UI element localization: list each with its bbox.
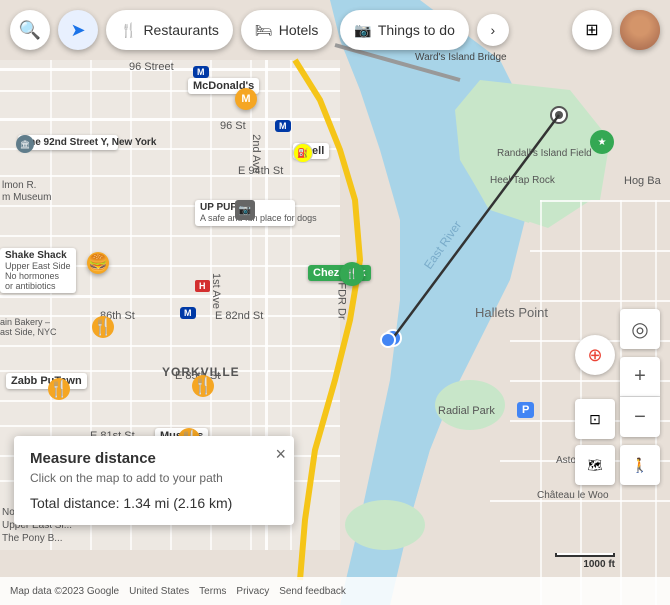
restaurants-icon: 🍴 [120,22,137,39]
randalls-marker[interactable]: ★ [590,130,614,154]
hotels-icon: 🛏 [255,22,273,39]
compass-icon: ⊕ [587,345,602,366]
directions-button[interactable]: ➤ [58,10,98,50]
pony-label: The Pony B... [2,533,63,544]
map-container[interactable]: 96 Street 96 St E 94th St E 82nd St E 85… [0,0,670,605]
shake-shack-label[interactable]: Shake Shack Upper East Side No hormones … [0,248,76,293]
distance-value: 1.34 mi (2.16 km) [123,495,232,511]
layers-icon: ⊡ [589,411,601,428]
right-controls: ◎ + − 🚶 [620,309,660,485]
scale-label: 1000 ft [583,559,615,570]
grid-menu-button[interactable]: ⊞ [572,10,612,50]
street-label-1st: 1st Ave [210,273,222,309]
hotels-tab[interactable]: 🛏 Hotels [241,10,332,50]
museum-marker[interactable]: 🏛 [16,135,34,153]
pin-1[interactable]: 🍴 [92,316,114,338]
parking-sign: P [517,402,534,418]
things-icon: 📷 [354,22,371,39]
street-label-2nd: 2nd Ave [250,134,262,174]
layer-control[interactable]: ⊡ 🗺 [575,399,615,485]
street-label-96st: 96 St [220,120,246,132]
scale-bar: 1000 ft [555,553,615,570]
terms-link[interactable]: Terms [199,586,226,597]
feedback-link[interactable]: Send feedback [279,586,346,597]
grid-icon: ⊞ [585,20,598,40]
hospital-badge: H [195,280,210,292]
map-type-icon: 🗺 [587,458,602,472]
popup-title: Measure distance [30,450,278,467]
ain-bakery: ain Bakery – [0,317,50,327]
chevron-right-icon: › [491,22,496,38]
lemon-label: lmon R. [2,180,36,191]
street-label-hallets: Hallets Point [475,305,548,320]
measure-distance-popup: × Measure distance Click on the map to a… [14,436,294,525]
distance-label: Total distance: [30,495,120,511]
street-label-fdr: FDR Dr [336,282,348,319]
street-label-chateau: Château le Woo [537,490,609,501]
my-location-button[interactable]: ◎ [620,309,660,349]
street-label-96th: 96 Street [129,61,174,73]
restaurants-label: Restaurants [143,22,218,38]
avatar-image [620,10,660,50]
mussels-label[interactable]: Zabb PuTawn [6,373,87,389]
street-label-randalls: Randall's Island Field [497,148,592,159]
scale-line [555,553,615,557]
region: United States [129,586,189,597]
street-label-heel: Heel Tap Rock [490,175,555,186]
chez-nick-marker[interactable]: 🍴 [340,262,364,286]
pegman-icon: 🚶 [631,457,648,474]
close-popup-button[interactable]: × [275,444,286,465]
restaurants-tab[interactable]: 🍴 Restaurants [106,10,233,50]
popup-distance: Total distance: 1.34 mi (2.16 km) [30,495,278,511]
metro-96st-2: M [275,120,291,132]
copyright: Map data ©2023 Google [10,586,119,597]
street-label-e82: E 82nd St [215,310,263,322]
up-pup-marker[interactable]: 📷 [235,200,255,220]
metro-96st-1: M [193,66,209,78]
shake-shack-marker[interactable]: 🍔 [87,252,109,274]
fdr-marker [380,332,396,348]
compass-button[interactable]: ⊕ [575,335,615,375]
street-label-radial: Radial Park [438,405,495,417]
pin-3[interactable]: 🍴 [48,378,70,400]
avatar[interactable] [620,10,660,50]
things-label: Things to do [378,22,455,38]
pin-2[interactable]: 🍴 [192,375,214,397]
shell-marker[interactable]: ⛽ [293,143,313,163]
things-tab[interactable]: 📷 Things to do [340,10,469,50]
popup-subtitle: Click on the map to add to your path [30,471,278,485]
street-label-hog: Hog Ba [624,175,661,187]
street-view-button[interactable]: 🚶 [620,445,660,485]
location-icon: ◎ [631,317,648,342]
zoom-in-button[interactable]: + [620,357,660,397]
chevron-btn[interactable]: › [477,14,509,46]
mcdonalds-marker[interactable]: M [235,88,257,110]
m-museum: m Museum [2,192,51,203]
zoom-out-button[interactable]: − [620,397,660,437]
east-side-nyc: ast Side, NYC [0,327,57,337]
privacy-link[interactable]: Privacy [236,586,269,597]
search-icon: 🔍 [19,20,41,41]
directions-icon: ➤ [70,20,85,41]
street-label-wards: Ward's Island Bridge [415,52,507,63]
hotels-label: Hotels [279,22,319,38]
metro-86st: M [180,307,196,319]
search-button[interactable]: 🔍 [10,10,50,50]
bottom-bar: Map data ©2023 Google United States Term… [0,577,670,605]
